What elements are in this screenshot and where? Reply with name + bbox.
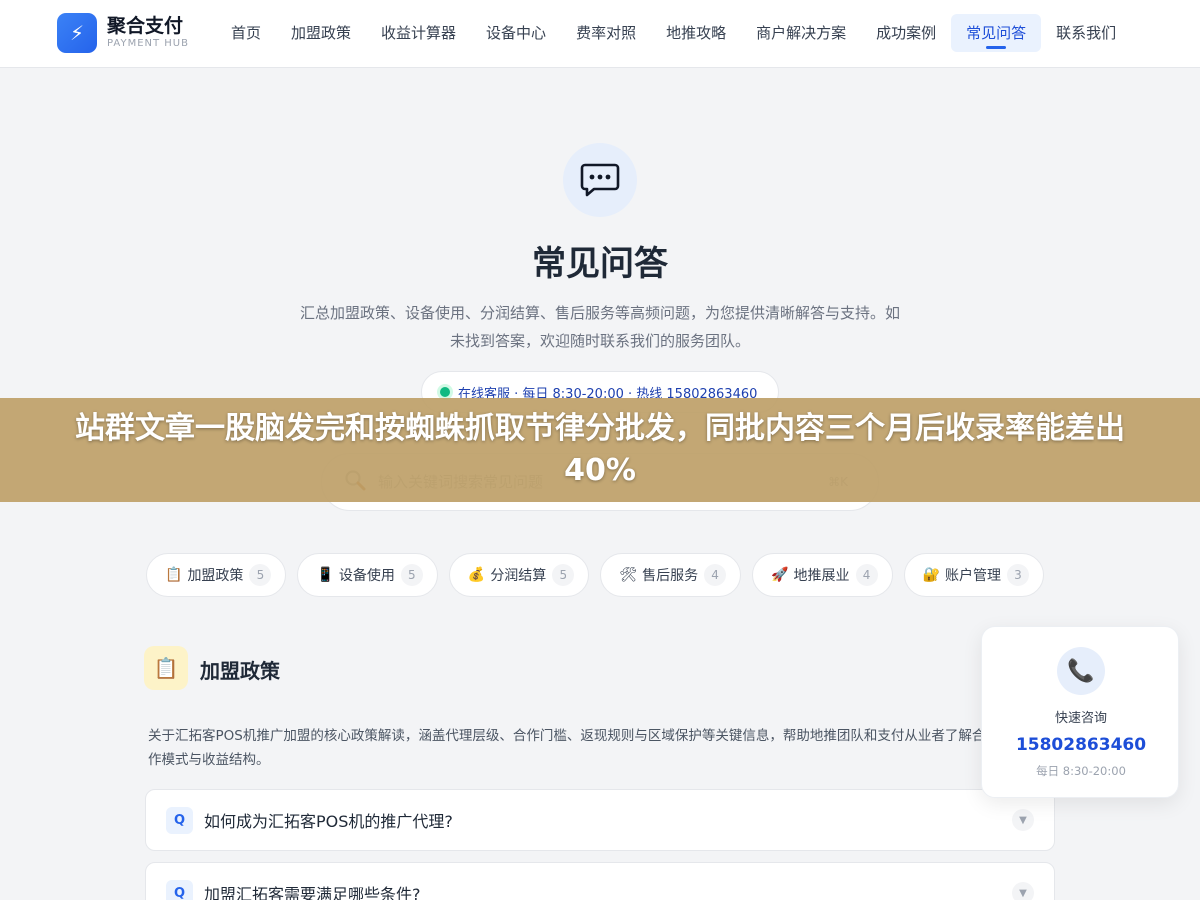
chevron-down-icon[interactable]: ▼ [1012,809,1034,831]
page-title: 常见问答 [532,244,668,284]
category-count: 5 [552,564,575,586]
brand-logo[interactable]: ⚡ 聚合支付 PAYMENT HUB [57,13,189,53]
nav-item-merchant-solutions[interactable]: 商户解决方案 [741,14,861,52]
main-nav: 首页 加盟政策 收益计算器 设备中心 费率对照 地推攻略 商户解决方案 成功案例… [216,14,1131,52]
contact-hours: 每日 8:30-20:00 [1036,764,1126,778]
nav-item-franchise-policy[interactable]: 加盟政策 [276,14,366,52]
top-header: ⚡ 聚合支付 PAYMENT HUB 首页 加盟政策 收益计算器 设备中心 费率… [0,0,1200,68]
nav-item-contact[interactable]: 联系我们 [1041,14,1131,52]
category-label: 售后服务 [642,568,699,584]
category-label: 地推展业 [793,568,850,584]
category-count: 3 [1006,564,1029,586]
category-label: 设备使用 [338,568,395,584]
category-chip-account[interactable]: 🔐 账户管理 3 [903,553,1044,597]
online-status-dot [440,387,450,397]
money-bag-icon: 💰 [467,567,486,583]
category-count: 5 [400,564,423,586]
clipboard-icon: 📋 [144,646,188,690]
phone-device-icon: 📱 [316,567,334,583]
tools-icon: 🛠 [619,567,638,583]
question-badge: Q [166,806,193,834]
category-filter-bar: 📋 加盟政策 5 📱 设备使用 5 💰 分润结算 5 🛠 售后服务 4 🚀 地推… [146,553,1055,597]
contact-phone-number[interactable]: 15802863460 [982,735,1180,755]
section-title: 加盟政策 [200,659,280,683]
category-label: 加盟政策 [187,568,244,584]
clipboard-icon: 📋 [165,567,183,583]
category-count: 5 [249,564,272,586]
faq-item[interactable]: Q 加盟汇拓客需要满足哪些条件? ▼ [145,862,1055,900]
category-chip-after-sales[interactable]: 🛠 售后服务 4 [600,553,742,597]
category-count: 4 [855,564,878,586]
telephone-icon: 📞 [1057,647,1105,695]
lightning-icon: ⚡ [57,13,97,53]
brand-subtitle: PAYMENT HUB [107,38,189,49]
faq-question: 加盟汇拓客需要满足哪些条件? [204,885,421,900]
category-label: 分润结算 [490,568,547,584]
overlay-banner: 站群文章一股脑发完和按蜘蛛抓取节律分批发，同批内容三个月后收录率能差出40% [0,398,1200,502]
category-count: 4 [704,564,727,586]
category-chip-device[interactable]: 📱 设备使用 5 [297,553,438,597]
section-description: 关于汇拓客POS机推广加盟的核心政策解读，涵盖代理层级、合作门槛、返现规则与区域… [148,728,986,768]
nav-item-home[interactable]: 首页 [216,14,276,52]
rocket-icon: 🚀 [771,567,789,583]
faq-question: 如何成为汇拓客POS机的推广代理? [204,812,453,831]
category-chip-settlement[interactable]: 💰 分润结算 5 [448,553,590,597]
lock-key-icon: 🔐 [922,567,940,583]
nav-item-device-center[interactable]: 设备中心 [471,14,561,52]
category-chip-franchise[interactable]: 📋 加盟政策 5 [146,553,287,597]
chevron-down-icon[interactable]: ▼ [1012,882,1034,900]
page-description: 汇总加盟政策、设备使用、分润结算、售后服务等高频问题，为您提供清晰解答与支持。如… [300,304,901,350]
quick-contact-card[interactable]: 📞 快速咨询 15802863460 每日 8:30-20:00 [981,626,1179,798]
nav-item-income-calculator[interactable]: 收益计算器 [366,14,471,52]
question-badge: Q [166,879,193,900]
nav-item-faq[interactable]: 常见问答 [951,14,1042,52]
category-chip-field-sales[interactable]: 🚀 地推展业 4 [752,553,893,597]
chat-bubble-icon [563,143,637,217]
contact-title: 快速咨询 [1054,711,1107,726]
banner-text: 站群文章一股脑发完和按蜘蛛抓取节律分批发，同批内容三个月后收录率能差出40% [75,411,1125,488]
nav-item-field-guide[interactable]: 地推攻略 [651,14,741,52]
category-label: 账户管理 [944,568,1001,584]
nav-item-rate-comparison[interactable]: 费率对照 [561,14,651,52]
brand-name: 聚合支付 [107,15,184,37]
faq-item[interactable]: Q 如何成为汇拓客POS机的推广代理? ▼ [145,789,1055,851]
nav-item-success-cases[interactable]: 成功案例 [861,14,951,52]
